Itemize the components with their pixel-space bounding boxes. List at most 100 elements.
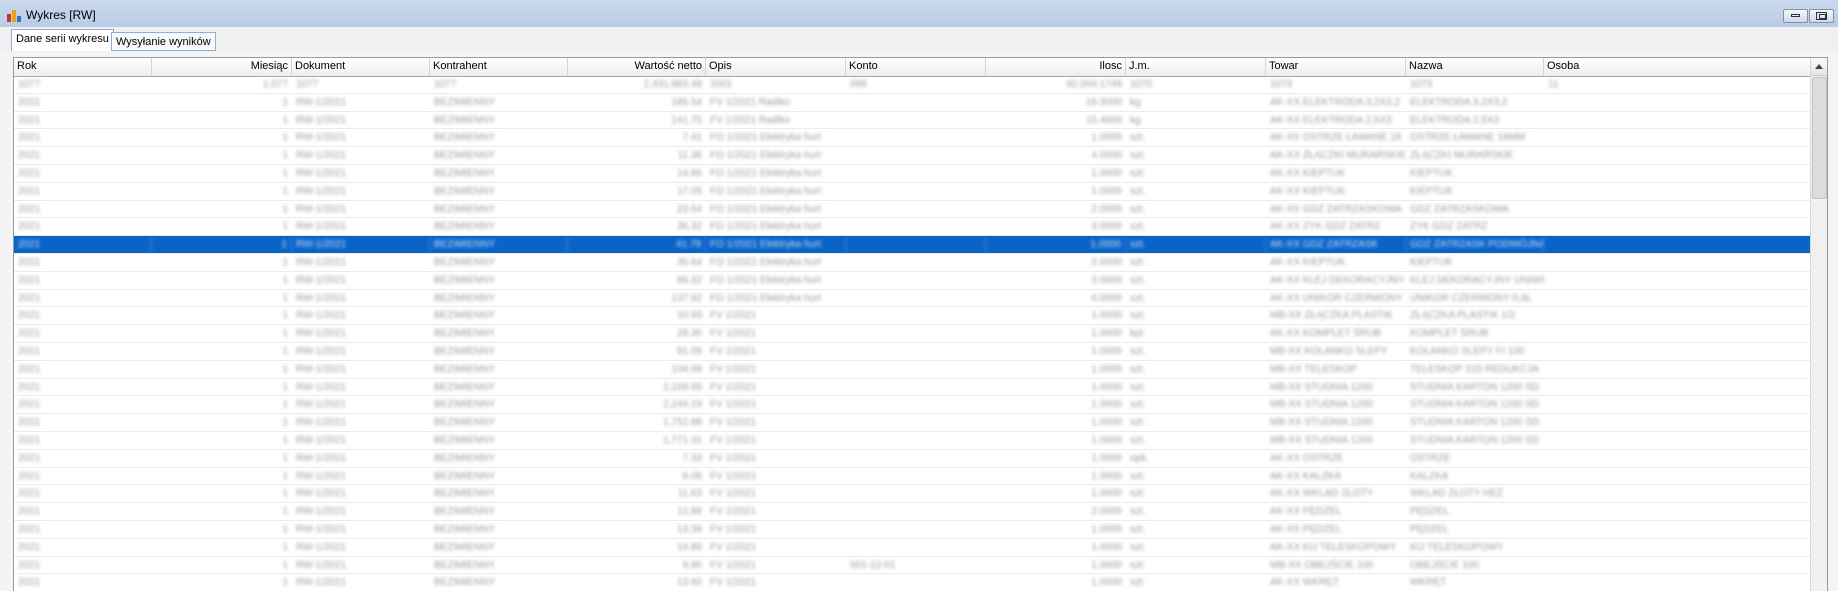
table-row[interactable]: 2021 1 RW-1/2021 BEZIMIENNY 11.63 FV 1/2021 1.… [14, 485, 1812, 504]
table-row[interactable]: 2021 1 RW-1/2021 BEZIMIENNY 13.39 FV 1/2021 1.… [14, 521, 1812, 539]
table-row[interactable]: 2021 1 RW-1/2021 BEZIMIENNY 14.86 FO 1/2021 E… [14, 165, 1812, 183]
column-header-miesiac[interactable]: Miesiąc [152, 58, 292, 76]
table-row[interactable]: 2021 1 RW-1/2021 BEZIMIENNY 41.79 FO 1/2021 E… [14, 236, 1812, 254]
cell-dokument: RW-1/2021 [296, 167, 347, 179]
cell-wartosc: 2,109.65 [663, 381, 702, 393]
cell-jm: opk. [1130, 452, 1149, 464]
column-header-konto[interactable]: Konto [846, 58, 986, 76]
tab-wysylanie[interactable]: Wysyłanie wyników [111, 32, 216, 51]
cell-towar: AK-XX ZYK GDZ ZATRZ [1270, 221, 1381, 233]
column-header-jm[interactable]: J.m. [1126, 58, 1266, 76]
cell-miesiac: 1 [282, 345, 288, 357]
table-row[interactable]: 2021 1 RW-1/2021 BEZIMIENNY 137.92 FO 1/2021 … [14, 290, 1812, 308]
cell-rok: 2021 [18, 559, 41, 571]
table-row[interactable]: 2021 1 RW-1/2021 BEZIMIENNY 7.33 FV 1/2021 1.0… [14, 450, 1812, 468]
cell-rok: 2021 [18, 274, 41, 286]
vertical-scrollbar[interactable] [1810, 58, 1827, 591]
table-row[interactable]: 2021 1 RW-1/2021 BEZIMIENNY 28.30 FV 1/2021 1.… [14, 325, 1812, 343]
cell-ilosc: 16.3000 [1085, 96, 1122, 108]
cell-miesiac: 1 [282, 221, 288, 233]
cell-jm: kg [1130, 96, 1141, 108]
minimize-icon [1791, 14, 1800, 17]
table-row[interactable]: 2021 1 RW-1/2021 BEZIMIENNY 8.08 FV 1/2021 1.0… [14, 468, 1812, 486]
cell-osoba [1544, 485, 1812, 502]
scroll-up-arrow-icon[interactable] [1811, 58, 1827, 76]
table-row[interactable]: 2021 1 RW-1/2021 BEZIMIENNY 36.32 FO 1/2021 E… [14, 218, 1812, 237]
data-grid[interactable]: Rok Miesiąc Dokument Kontrahent Wartość nett… [13, 57, 1828, 591]
cell-miesiac: 1 [282, 185, 288, 197]
cell-osoba [1544, 450, 1812, 467]
table-row[interactable]: 2021 1 RW-1/2021 BEZIMIENNY 17.05 FO 1/2021 E… [14, 183, 1812, 201]
cell-nazwa: UNIKOR CZERWONY 0,9L [1410, 292, 1532, 304]
cell-osoba: 11 [1548, 79, 1559, 90]
table-row[interactable]: 2021 1 RW-1/2021 BEZIMIENNY 91.09 FV 1/2021 1.… [14, 343, 1812, 361]
cell-wartosc: 185.54 [671, 96, 702, 108]
cell-wartosc: 23.64 [676, 203, 702, 215]
cell-miesiac: 1 [282, 292, 288, 304]
cell-ilosc: 4.0000 [1091, 150, 1122, 162]
cell-ilosc: 4.0000 [1091, 221, 1122, 233]
table-row[interactable]: 2021 1 RW-1/2021 BEZIMIENNY 9.90 FV 1/2021 501… [14, 557, 1812, 575]
cell-towar: MB-XX TELESKOP [1270, 363, 1358, 375]
column-header-osoba[interactable]: Osoba [1544, 58, 1812, 76]
tab-dane-serii[interactable]: Dane serii wykresu [11, 29, 114, 51]
table-row[interactable]: 2021 1 RW-1/2021 BEZIMIENNY 2,244.19 FV 1/202… [14, 396, 1812, 415]
cell-rok: 2021 [18, 310, 41, 322]
column-header-towar[interactable]: Towar [1266, 58, 1406, 76]
cell-miesiac: 1 [282, 328, 288, 340]
table-row[interactable]: 2021 1 RW-1/2021 BEZIMIENNY 35.64 FO 1/2021 E… [14, 254, 1812, 272]
cell-towar: MB-XX STUDNIA 1200 [1270, 399, 1373, 411]
table-row[interactable]: 1077 1.077 1077 1077 2,331,983.49 2001 098 92,0… [14, 76, 1812, 94]
cell-konto [846, 432, 986, 449]
column-header-nazwa[interactable]: Nazwa [1406, 58, 1544, 76]
cell-towar: AK-XX KLEJ DEKORACYJNY [1270, 274, 1405, 286]
table-row[interactable]: 2021 1 RW-1/2021 BEZIMIENNY 2,109.65 FV 1/202… [14, 379, 1812, 397]
minimize-button[interactable] [1783, 9, 1808, 23]
column-header-opis[interactable]: Opis [706, 58, 846, 76]
cell-nazwa: OSTRZE [1410, 452, 1451, 464]
cell-towar: AK-XX KALZKA [1270, 470, 1342, 482]
cell-dokument: RW-1/2021 [296, 399, 347, 411]
cell-konto [846, 521, 986, 538]
column-header-wartosc[interactable]: Wartość netto [568, 58, 706, 76]
grid-body[interactable]: 1077 1.077 1077 1077 2,331,983.49 2001 098 92,0… [14, 76, 1812, 591]
cell-osoba [1544, 414, 1812, 431]
table-row[interactable]: 2021 1 RW-1/2021 BEZIMIENNY 89.32 FO 1/2021 E… [14, 272, 1812, 290]
cell-towar: AK-XX KIEPTUK [1270, 167, 1346, 179]
column-header-ilosc[interactable]: Ilosc [986, 58, 1126, 76]
maximize-button[interactable] [1809, 9, 1834, 23]
window-title: Wykres [RW] [26, 8, 96, 22]
column-header-rok[interactable]: Rok [14, 58, 152, 76]
cell-jm: szt. [1130, 221, 1146, 233]
table-row[interactable]: 2021 1 RW-1/2021 BEZIMIENNY 23.64 FO 1/2021 E… [14, 201, 1812, 219]
table-row[interactable]: 2021 1 RW-1/2021 BEZIMIENNY 185.54 FV 1/2021 … [14, 94, 1812, 112]
cell-dokument: RW-1/2021 [296, 559, 347, 571]
cell-towar: AK-XX KIJ TELESKOPOWY [1270, 541, 1397, 553]
cell-nazwa: ZŁĄCZKI MURARSKIE [1410, 150, 1514, 162]
table-row[interactable]: 2021 1 RW-1/2021 BEZIMIENNY 11.36 FO 1/2021 E… [14, 147, 1812, 165]
table-row[interactable]: 2021 1 RW-1/2021 BEZIMIENNY 1,752.88 FV 1/202… [14, 414, 1812, 432]
cell-opis: FV 1/2021 Radiko [710, 96, 791, 108]
cell-dokument: RW-1/2021 [296, 328, 347, 340]
cell-dokument: RW-1/2021 [296, 417, 347, 429]
cell-nazwa: ELEKTRODA 2,5X3 [1410, 114, 1499, 126]
column-header-kontrahent[interactable]: Kontrahent [430, 58, 568, 76]
table-row[interactable]: 2021 1 RW-1/2021 BEZIMIENNY 10.93 FV 1/2021 1.… [14, 307, 1812, 326]
table-row[interactable]: 2021 1 RW-1/2021 BEZIMIENNY 141.75 FV 1/2021 … [14, 112, 1812, 130]
table-row[interactable]: 2021 1 RW-1/2021 BEZIMIENNY 1,771.31 FV 1/202… [14, 432, 1812, 450]
cell-ilosc: 2.0000 [1091, 256, 1122, 268]
table-row[interactable]: 2021 1 RW-1/2021 BEZIMIENNY 14.89 FV 1/2021 1.… [14, 539, 1812, 557]
cell-osoba [1544, 325, 1812, 342]
cell-wartosc: 28.30 [676, 328, 702, 340]
cell-towar: MB-XX ZŁĄCZKA PLASTIK [1270, 310, 1393, 322]
cell-kontrahent: BEZIMIENNY [434, 185, 496, 197]
cell-towar: AK-XX ELEKTRODA 3,2X3,2 [1270, 96, 1401, 108]
table-row[interactable]: 2021 1 RW-1/2021 BEZIMIENNY 7.41 FO 1/2021 El… [14, 129, 1812, 148]
cell-nazwa: KOMPLET ŚRUB [1410, 328, 1489, 340]
column-header-dokument[interactable]: Dokument [292, 58, 430, 76]
scroll-thumb[interactable] [1812, 77, 1827, 199]
table-row[interactable]: 2021 1 RW-1/2021 BEZIMIENNY 104.99 FV 1/2021 1… [14, 361, 1812, 379]
cell-dokument: RW-1/2021 [296, 541, 347, 553]
table-row[interactable]: 2021 1 RW-1/2021 BEZIMIENNY 13.60 FV 1/2021 1.… [14, 574, 1812, 591]
table-row[interactable]: 2021 1 RW-1/2021 BEZIMIENNY 12.88 FV 1/2021 2.… [14, 503, 1812, 521]
